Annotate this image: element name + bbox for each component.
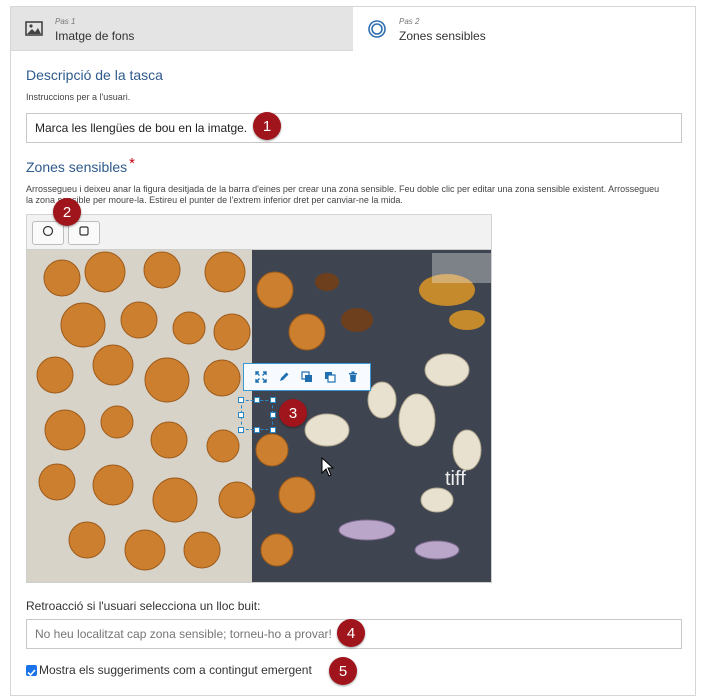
required-mark: * xyxy=(129,155,136,172)
hotspots-title-text: Zones sensibles xyxy=(26,159,128,175)
resize-handle[interactable] xyxy=(238,412,244,418)
resize-handle[interactable] xyxy=(254,427,260,433)
circle-tool-icon xyxy=(42,224,54,242)
editor-frame: Pas 1 Imatge de fons Pas 2 Zones sensibl… xyxy=(10,6,696,696)
annotation-badge-3: 3 xyxy=(279,399,307,427)
bring-to-front-icon[interactable] xyxy=(299,369,315,385)
annotation-badge-4: 4 xyxy=(337,619,365,647)
step-background-image[interactable]: Pas 1 Imatge de fons xyxy=(11,7,353,51)
step-name: Zones sensibles xyxy=(399,29,486,43)
task-description-input[interactable]: Marca les llengües de bou en la imatge. xyxy=(26,113,682,143)
resize-handle[interactable] xyxy=(238,397,244,403)
circle-tool-button[interactable] xyxy=(32,221,64,245)
task-description-value: Marca les llengües de bou en la imatge. xyxy=(35,121,248,135)
mouse-pointer-icon xyxy=(321,456,335,482)
step-number-label: Pas 2 xyxy=(399,17,420,26)
resize-handle[interactable] xyxy=(270,397,276,403)
feedback-label: Retroacció si l'usuari selecciona un llo… xyxy=(26,599,261,613)
annotation-badge-5: 5 xyxy=(329,657,357,685)
annotation-badge-1: 1 xyxy=(253,112,281,140)
hotspot-edit-toolbar xyxy=(243,363,371,391)
resize-handle[interactable] xyxy=(254,397,260,403)
hotspots-title: Zones sensibles * xyxy=(26,155,135,176)
wizard-steps: Pas 1 Imatge de fons Pas 2 Zones sensibl… xyxy=(11,7,695,51)
step-hotspots[interactable]: Pas 2 Zones sensibles xyxy=(353,7,695,51)
popup-checkbox-label: Mostra els suggeriments com a contingut … xyxy=(39,663,312,677)
hotspots-help: Arrossegueu i deixeu anar la figura desi… xyxy=(26,184,660,205)
delete-icon[interactable] xyxy=(345,369,361,385)
task-description-title: Descripció de la tasca xyxy=(26,67,163,83)
target-circle-icon xyxy=(367,19,387,44)
fullscreen-icon[interactable] xyxy=(253,369,269,385)
annotation-badge-2: 2 xyxy=(53,198,81,226)
svg-text:tiff: tiff xyxy=(445,468,466,490)
edit-icon[interactable] xyxy=(276,369,292,385)
popup-checkbox[interactable] xyxy=(26,665,37,677)
rectangle-tool-icon xyxy=(78,224,90,242)
task-description-help: Instruccions per a l'usuari. xyxy=(26,92,131,102)
image-icon xyxy=(25,21,43,41)
send-to-back-icon[interactable] xyxy=(322,369,338,385)
resize-handle[interactable] xyxy=(270,412,276,418)
hotspot-shape-toolbar xyxy=(26,214,492,250)
resize-handle[interactable] xyxy=(238,427,244,433)
step-number-label: Pas 1 xyxy=(55,17,76,26)
rectangle-hotspot[interactable] xyxy=(238,397,276,433)
step-name: Imatge de fons xyxy=(55,29,135,43)
resize-handle[interactable] xyxy=(270,427,276,433)
